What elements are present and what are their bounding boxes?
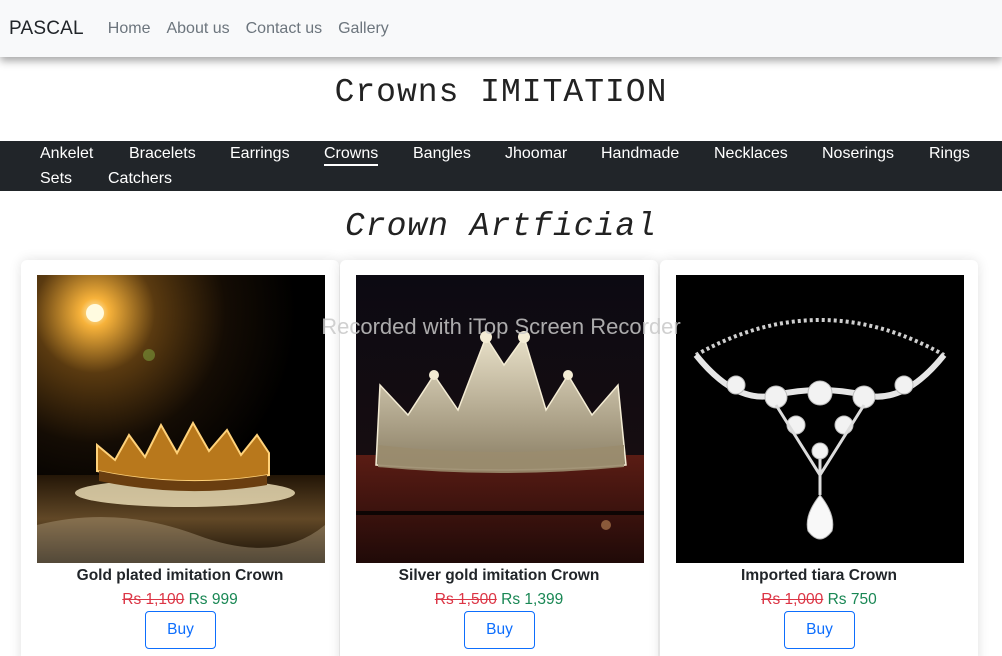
product-name: Imported tiara Crown — [741, 567, 897, 584]
category-handmade[interactable]: Handmade — [601, 145, 679, 163]
new-price: Rs 999 — [188, 591, 238, 608]
category-ankelet[interactable]: Ankelet — [40, 145, 93, 163]
section-title: Crown Artficial — [344, 208, 658, 245]
page-title: Crowns IMITATION — [334, 74, 668, 111]
product-name: Gold plated imitation Crown — [76, 567, 284, 584]
nav-link-contact[interactable]: Contact us — [246, 20, 322, 38]
product-name: Silver gold imitation Crown — [398, 567, 600, 584]
buy-button[interactable]: Buy — [784, 611, 855, 649]
category-rings[interactable]: Rings — [929, 145, 970, 163]
category-jhoomar[interactable]: Jhoomar — [505, 145, 567, 163]
buy-button[interactable]: Buy — [145, 611, 216, 649]
buy-button[interactable]: Buy — [464, 611, 535, 649]
category-earrings[interactable]: Earrings — [230, 145, 290, 163]
new-price: Rs 750 — [827, 591, 877, 608]
brand-logo[interactable]: PASCAL — [9, 18, 84, 40]
category-bangles[interactable]: Bangles — [413, 145, 471, 163]
category-crowns[interactable]: Crowns — [324, 145, 379, 166]
top-navbar: PASCAL Home About us Contact us Gallery — [0, 0, 1002, 57]
product-price: Rs 1,000 Rs 750 — [660, 591, 978, 609]
old-price: Rs 1,500 — [434, 591, 497, 608]
category-noserings[interactable]: Noserings — [822, 145, 894, 163]
category-necklaces[interactable]: Necklaces — [714, 145, 788, 163]
new-price: Rs 1,399 — [501, 591, 564, 608]
old-price: Rs 1,100 — [122, 591, 185, 608]
product-card: Imported tiara Crown Rs 1,000 Rs 750 Buy — [660, 260, 978, 656]
nav-link-about[interactable]: About us — [166, 20, 229, 38]
category-catchers[interactable]: Catchers — [108, 170, 172, 188]
tiara-photo[interactable] — [676, 275, 964, 563]
category-bar: Ankelet Bracelets Earrings Crowns Bangle… — [0, 141, 1002, 191]
silver-crown-photo[interactable] — [356, 275, 644, 563]
category-sets[interactable]: Sets — [40, 170, 72, 188]
product-card: Silver gold imitation Crown Rs 1,500 Rs … — [340, 260, 658, 656]
category-bracelets[interactable]: Bracelets — [129, 145, 196, 163]
gold-crown-photo[interactable] — [37, 275, 325, 563]
product-price: Rs 1,500 Rs 1,399 — [340, 591, 658, 609]
nav-link-home[interactable]: Home — [108, 20, 151, 38]
product-price: Rs 1,100 Rs 999 — [21, 591, 339, 609]
nav-links: Home About us Contact us Gallery — [100, 20, 397, 38]
old-price: Rs 1,000 — [761, 591, 824, 608]
product-card: Gold plated imitation Crown Rs 1,100 Rs … — [21, 260, 339, 656]
nav-link-gallery[interactable]: Gallery — [338, 20, 389, 38]
